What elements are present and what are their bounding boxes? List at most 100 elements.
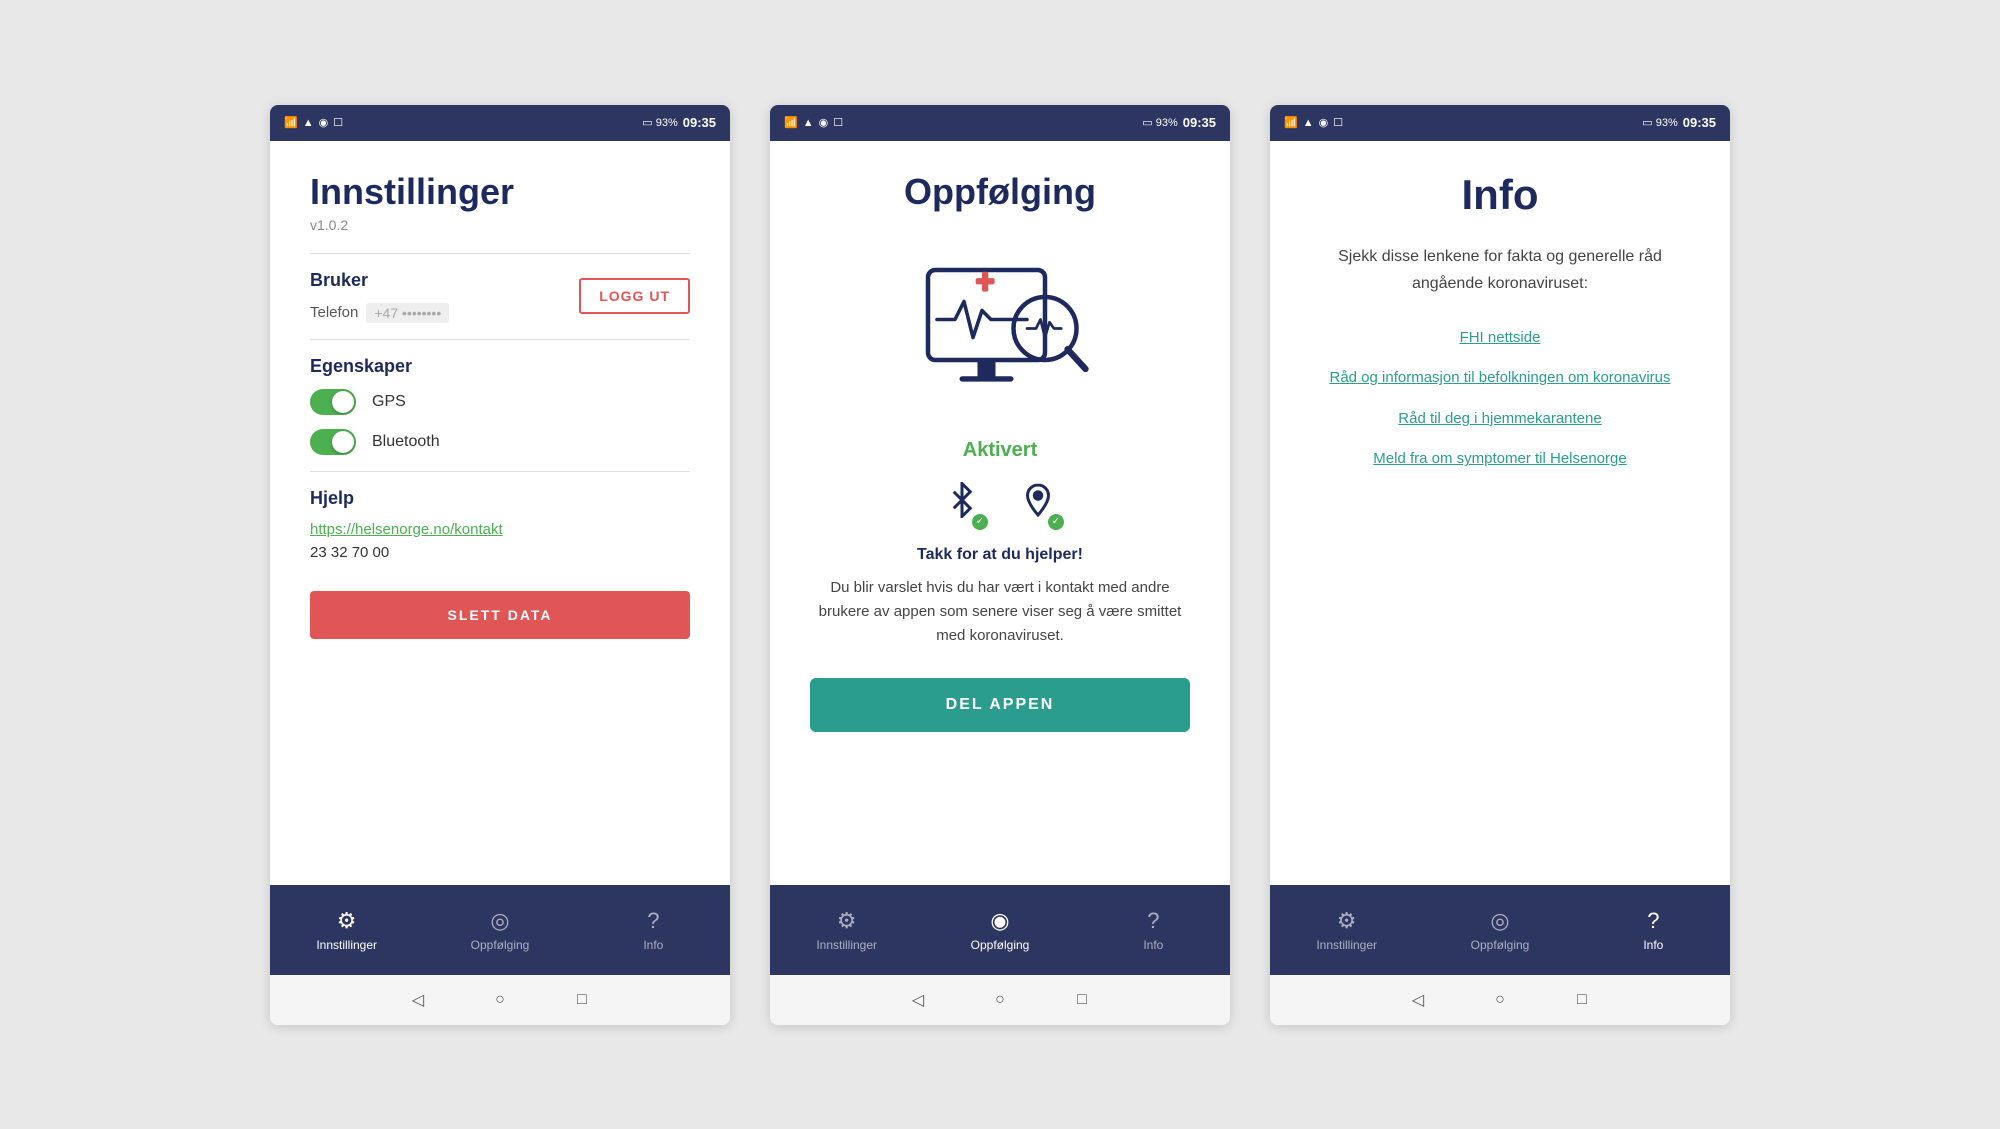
status-bar-3: 📶 ▲ ◉ ☐ ▭ 93% 09:35 xyxy=(1270,105,1730,141)
link-fhi[interactable]: FHI nettside xyxy=(1310,327,1690,350)
info-icon-2: ? xyxy=(1147,908,1159,934)
phone-innstillinger: 📶 ▲ ◉ ☐ ▭ 93% 09:35 Innstillinger v1.0.2… xyxy=(270,105,730,1025)
battery-icon-3: ▭ 93% xyxy=(1642,116,1677,129)
info-description: Sjekk disse lenkene for fakta og generel… xyxy=(1310,243,1690,297)
icons-row: ✓ ✓ xyxy=(810,482,1190,526)
divider-2 xyxy=(310,339,690,340)
nav-info-3[interactable]: ? Info xyxy=(1577,885,1730,975)
sim-icon-2: 📶 xyxy=(784,116,798,129)
android-nav-2: ◁ ○ □ xyxy=(770,975,1230,1025)
telefon-row: Telefon +47 •••••••• xyxy=(310,303,449,323)
bruker-label: Bruker xyxy=(310,270,449,291)
hjelp-phone: 23 32 70 00 xyxy=(310,544,690,561)
oppfolging-content: Oppfølging xyxy=(770,141,1230,885)
status-right-3: ▭ 93% 09:35 xyxy=(1642,115,1716,130)
battery-icon-1: ▭ 93% xyxy=(642,116,677,129)
nav-info-2[interactable]: ? Info xyxy=(1077,885,1230,975)
status-left-2: 📶 ▲ ◉ ☐ xyxy=(784,116,843,129)
phone-info: 📶 ▲ ◉ ☐ ▭ 93% 09:35 Info Sjekk disse len… xyxy=(1270,105,1730,1025)
nav-innstillinger-label-2: Innstillinger xyxy=(816,938,877,952)
android-nav-3: ◁ ○ □ xyxy=(1270,975,1730,1025)
nav-info-1[interactable]: ? Info xyxy=(577,885,730,975)
wifi-icon: ▲ xyxy=(303,117,314,129)
monitor-icon-container xyxy=(810,243,1190,423)
settings-icon: ⚙ xyxy=(337,908,357,934)
nav-innstillinger-label-3: Innstillinger xyxy=(1316,938,1377,952)
status-bar-2: 📶 ▲ ◉ ☐ ▭ 93% 09:35 xyxy=(770,105,1230,141)
location-check-badge: ✓ xyxy=(1048,514,1064,530)
telefon-value: +47 •••••••• xyxy=(366,303,449,323)
recent-button-3[interactable]: □ xyxy=(1571,989,1593,1011)
nav-innstillinger-3[interactable]: ⚙ Innstillinger xyxy=(1270,885,1423,975)
phones-container: 📶 ▲ ◉ ☐ ▭ 93% 09:35 Innstillinger v1.0.2… xyxy=(0,0,2000,1129)
back-button-1[interactable]: ◁ xyxy=(407,989,429,1011)
tracking-icon-1: ◎ xyxy=(490,908,509,934)
location-icon: ◉ xyxy=(319,116,329,129)
settings-icon-2: ⚙ xyxy=(837,908,857,934)
egenskaper-label: Egenskaper xyxy=(310,356,690,377)
del-appen-button[interactable]: DEL APPEN xyxy=(810,678,1190,732)
takk-text: Takk for at du hjelper! xyxy=(810,546,1190,564)
divider-1 xyxy=(310,253,690,254)
bluetooth-toggle[interactable] xyxy=(310,429,356,455)
status-left-1: 📶 ▲ ◉ ☐ xyxy=(284,116,343,129)
bottom-nav-2: ⚙ Innstillinger ◉ Oppfølging ? Info xyxy=(770,885,1230,975)
nav-innstillinger-2[interactable]: ⚙ Innstillinger xyxy=(770,885,923,975)
nav-oppfolging-label-1: Oppfølging xyxy=(471,938,530,952)
sim-icon-3: 📶 xyxy=(1284,116,1298,129)
nfc-icon-2: ☐ xyxy=(833,116,843,129)
home-button-2[interactable]: ○ xyxy=(989,989,1011,1011)
home-button-3[interactable]: ○ xyxy=(1489,989,1511,1011)
slett-data-button[interactable]: SLETT DATA xyxy=(310,591,690,639)
bluetooth-toggle-row: Bluetooth xyxy=(310,429,690,455)
link-rad-info[interactable]: Råd og informasjon til befolkningen om k… xyxy=(1310,367,1690,390)
status-right-1: ▭ 93% 09:35 xyxy=(642,115,716,130)
info-content: Info Sjekk disse lenkene for fakta og ge… xyxy=(1270,141,1730,885)
bruker-section: Bruker Telefon +47 •••••••• LOGG UT xyxy=(310,270,690,323)
nfc-icon-3: ☐ xyxy=(1333,116,1343,129)
recent-button-1[interactable]: □ xyxy=(571,989,593,1011)
status-right-2: ▭ 93% 09:35 xyxy=(1142,115,1216,130)
android-nav-1: ◁ ○ □ xyxy=(270,975,730,1025)
description-text: Du blir varslet hvis du har vært i konta… xyxy=(810,576,1190,648)
gps-toggle-row: GPS xyxy=(310,389,690,415)
settings-icon-3: ⚙ xyxy=(1337,908,1357,934)
nav-info-label-2: Info xyxy=(1143,938,1163,952)
location-status-icon: ✓ xyxy=(1020,482,1056,526)
nav-oppfolging-label-2: Oppfølging xyxy=(971,938,1030,952)
nav-oppfolging-2[interactable]: ◉ Oppfølging xyxy=(923,885,1076,975)
innstillinger-content: Innstillinger v1.0.2 Bruker Telefon +47 … xyxy=(270,141,730,885)
bruker-info: Bruker Telefon +47 •••••••• xyxy=(310,270,449,323)
home-button-1[interactable]: ○ xyxy=(489,989,511,1011)
info-title: Info xyxy=(1310,171,1690,219)
status-bar-1: 📶 ▲ ◉ ☐ ▭ 93% 09:35 xyxy=(270,105,730,141)
wifi-icon-3: ▲ xyxy=(1303,117,1314,129)
wifi-icon-2: ▲ xyxy=(803,117,814,129)
link-hjemmekarantene[interactable]: Råd til deg i hjemmekarantene xyxy=(1310,408,1690,431)
logg-ut-button[interactable]: LOGG UT xyxy=(579,278,690,314)
nav-oppfolging-3[interactable]: ◎ Oppfølging xyxy=(1423,885,1576,975)
tracking-icon-3: ◎ xyxy=(1490,908,1509,934)
info-icon-active: ? xyxy=(1647,908,1659,934)
nav-innstillinger-1[interactable]: ⚙ Innstillinger xyxy=(270,885,423,975)
sim-icon: 📶 xyxy=(284,116,298,129)
recent-button-2[interactable]: □ xyxy=(1071,989,1093,1011)
tracking-icon-active: ◉ xyxy=(990,908,1009,934)
nav-oppfolging-label-3: Oppfølging xyxy=(1471,938,1530,952)
link-symptomer[interactable]: Meld fra om symptomer til Helsenorge xyxy=(1310,448,1690,471)
battery-icon-2: ▭ 93% xyxy=(1142,116,1177,129)
oppfolging-title: Oppfølging xyxy=(810,171,1190,213)
back-button-2[interactable]: ◁ xyxy=(907,989,929,1011)
gps-toggle[interactable] xyxy=(310,389,356,415)
divider-3 xyxy=(310,471,690,472)
bottom-nav-1: ⚙ Innstillinger ◎ Oppfølging ? Info xyxy=(270,885,730,975)
location-icon-2: ◉ xyxy=(819,116,829,129)
back-button-3[interactable]: ◁ xyxy=(1407,989,1429,1011)
phone-oppfolging: 📶 ▲ ◉ ☐ ▭ 93% 09:35 Oppfølging xyxy=(770,105,1230,1025)
aktivert-status: Aktivert xyxy=(810,439,1190,462)
info-icon-1: ? xyxy=(647,908,659,934)
location-icon-3: ◉ xyxy=(1319,116,1329,129)
innstillinger-title: Innstillinger xyxy=(310,171,690,213)
nav-oppfolging-1[interactable]: ◎ Oppfølging xyxy=(423,885,576,975)
hjelp-link[interactable]: https://helsenorge.no/kontakt xyxy=(310,521,690,538)
